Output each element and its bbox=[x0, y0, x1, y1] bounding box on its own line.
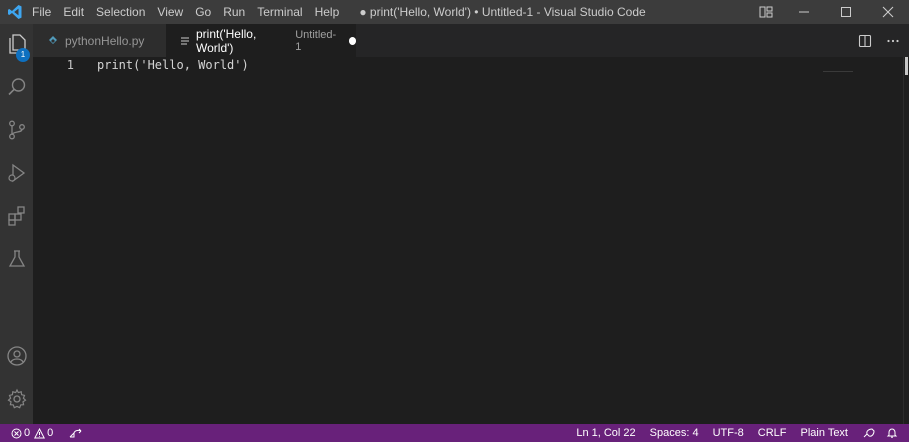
bell-icon[interactable] bbox=[881, 424, 903, 442]
code-text[interactable]: print('Hello, World') bbox=[97, 57, 249, 73]
window-title: ● print('Hello, World') • Untitled-1 - V… bbox=[359, 5, 646, 19]
run-debug-button[interactable] bbox=[0, 155, 33, 195]
activity-bar: 1 bbox=[0, 24, 33, 424]
indentation[interactable]: Spaces: 4 bbox=[645, 424, 704, 442]
menu-edit[interactable]: Edit bbox=[57, 0, 90, 24]
explorer-badge: 1 bbox=[16, 48, 30, 62]
menu-help[interactable]: Help bbox=[309, 0, 346, 24]
menu-file[interactable]: File bbox=[30, 0, 57, 24]
vertical-scrollbar[interactable] bbox=[903, 57, 909, 424]
line-number: 1 bbox=[66, 58, 74, 72]
manage-button[interactable] bbox=[0, 381, 33, 421]
scrollbar-thumb[interactable] bbox=[905, 57, 908, 75]
run-debug-icon bbox=[6, 162, 28, 188]
cursor-position[interactable]: Ln 1, Col 22 bbox=[571, 424, 640, 442]
extensions-button[interactable] bbox=[0, 198, 33, 238]
source-control-button[interactable] bbox=[0, 112, 33, 152]
minimap-line bbox=[823, 71, 853, 72]
menu-terminal[interactable]: Terminal bbox=[251, 0, 308, 24]
window-controls bbox=[749, 0, 909, 24]
flask-icon bbox=[6, 248, 28, 274]
problems-indicator[interactable]: 0 0 bbox=[6, 424, 58, 442]
editor-area[interactable]: 1 print('Hello, World') bbox=[33, 57, 909, 424]
unsaved-dot-icon[interactable] bbox=[348, 36, 356, 45]
explorer-button[interactable]: 1 bbox=[0, 26, 33, 66]
encoding[interactable]: UTF-8 bbox=[708, 424, 749, 442]
maximize-icon[interactable] bbox=[825, 0, 867, 24]
tab-actions bbox=[853, 24, 909, 57]
layout-icon[interactable] bbox=[749, 0, 783, 24]
text-file-icon bbox=[180, 36, 190, 46]
python-file-icon bbox=[47, 35, 59, 47]
search-icon bbox=[6, 76, 28, 102]
tab-untitled-1[interactable]: print('Hello, World') Untitled-1 bbox=[166, 24, 356, 57]
live-share-icon[interactable] bbox=[64, 424, 88, 442]
tab-label: print('Hello, World') bbox=[196, 26, 257, 55]
source-control-icon bbox=[6, 119, 28, 145]
tab-label: pythonHello.py bbox=[65, 33, 145, 48]
search-button[interactable] bbox=[0, 69, 33, 109]
split-editor-icon[interactable] bbox=[853, 29, 877, 53]
menu-view[interactable]: View bbox=[151, 0, 189, 24]
error-icon bbox=[11, 428, 22, 439]
end-of-line[interactable]: CRLF bbox=[753, 424, 792, 442]
warning-icon bbox=[34, 427, 46, 439]
error-count: 0 bbox=[24, 427, 31, 439]
warning-count: 0 bbox=[47, 427, 54, 439]
language-mode[interactable]: Plain Text bbox=[796, 424, 854, 442]
feedback-icon[interactable] bbox=[857, 424, 881, 442]
vscode-logo-icon bbox=[0, 0, 30, 24]
menu-selection[interactable]: Selection bbox=[90, 0, 151, 24]
extensions-icon bbox=[6, 205, 28, 231]
menu-bar: File Edit Selection View Go Run Terminal… bbox=[30, 0, 345, 24]
tab-description: Untitled-1 bbox=[295, 28, 337, 53]
status-bar: 0 0 Ln 1, Col 22 Spaces: 4 UTF-8 CRLF Pl… bbox=[0, 424, 909, 442]
account-icon bbox=[6, 345, 28, 371]
menu-go[interactable]: Go bbox=[189, 0, 217, 24]
testing-button[interactable] bbox=[0, 241, 33, 281]
tab-pythonhello[interactable]: pythonHello.py bbox=[33, 24, 166, 57]
close-icon[interactable] bbox=[867, 0, 909, 24]
code-line[interactable]: 1 print('Hello, World') bbox=[33, 57, 903, 73]
minimize-icon[interactable] bbox=[783, 0, 825, 24]
more-actions-icon[interactable] bbox=[881, 29, 905, 53]
menu-run[interactable]: Run bbox=[217, 0, 251, 24]
gear-icon bbox=[6, 388, 28, 414]
editor-tab-bar: pythonHello.py print('Hello, World') Unt… bbox=[33, 24, 909, 57]
accounts-button[interactable] bbox=[0, 338, 33, 378]
title-bar: File Edit Selection View Go Run Terminal… bbox=[0, 0, 909, 24]
